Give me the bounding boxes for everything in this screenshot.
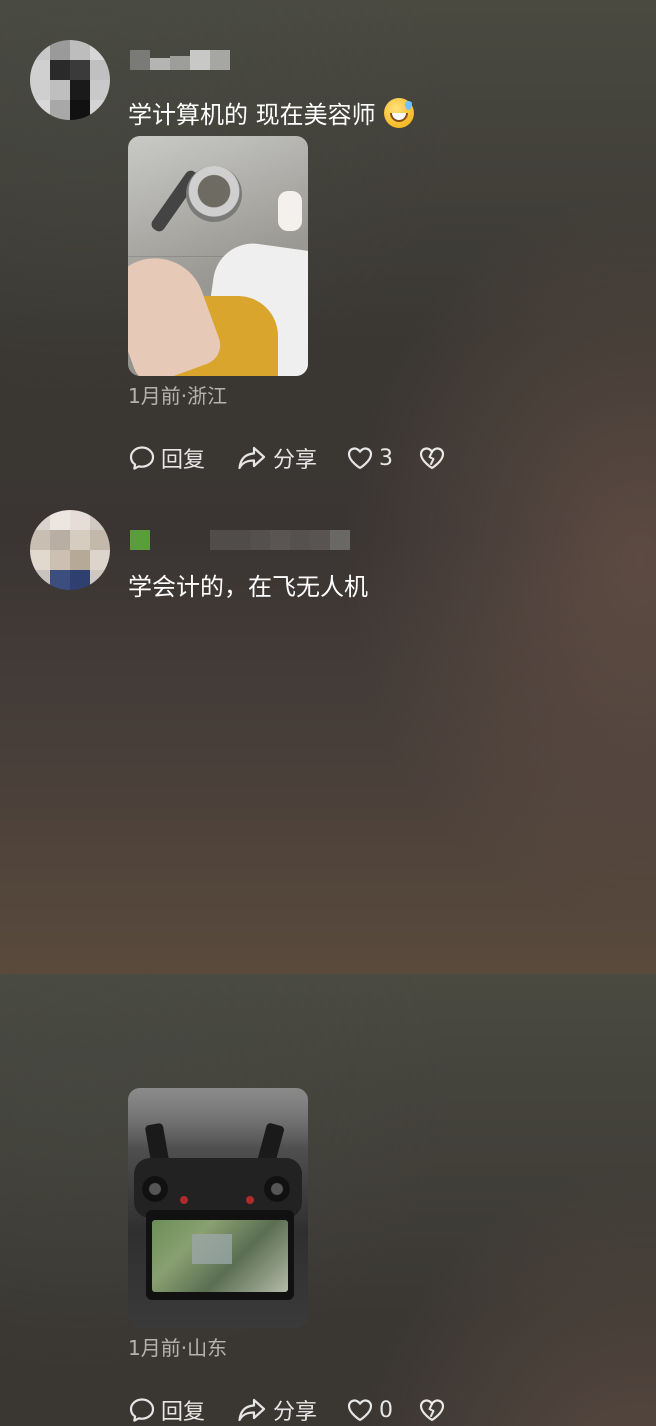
speech-bubble-icon xyxy=(129,1398,155,1422)
dislike-button[interactable] xyxy=(418,1396,446,1424)
comment-text: 学会计的，在飞无人机 xyxy=(128,572,368,602)
like-count: 0 xyxy=(379,1397,393,1423)
reply-label: 回复 xyxy=(161,448,206,473)
avatar[interactable] xyxy=(30,510,110,590)
like-count: 3 xyxy=(379,445,393,471)
share-label: 分享 xyxy=(273,1400,318,1425)
comment-actions: 回复 分享 3 xyxy=(128,443,446,473)
username[interactable] xyxy=(130,50,230,70)
reply-button[interactable]: 回复 xyxy=(128,442,236,474)
broken-heart-icon xyxy=(419,447,445,470)
comment-actions: 回复 分享 0 xyxy=(128,1395,446,1425)
comment-meta: 1月前·浙江 xyxy=(128,384,228,408)
comment-body: 学计算机的 现在美容师 xyxy=(128,101,376,129)
avatar[interactable] xyxy=(30,40,110,120)
grinning-sweat-emoji xyxy=(383,98,414,128)
like-button[interactable]: 3 xyxy=(346,444,418,472)
share-button[interactable]: 分享 xyxy=(236,442,346,474)
broken-heart-icon xyxy=(419,1399,445,1422)
reply-button[interactable]: 回复 xyxy=(128,1394,236,1426)
comment-photo[interactable] xyxy=(128,1088,308,1328)
like-button[interactable]: 0 xyxy=(346,1396,418,1424)
share-button[interactable]: 分享 xyxy=(236,1394,346,1426)
comment-photo[interactable] xyxy=(128,136,308,376)
comment-text: 学计算机的 现在美容师 xyxy=(128,98,414,130)
reply-label: 回复 xyxy=(161,1400,206,1425)
share-arrow-icon xyxy=(238,446,266,470)
comment-meta: 1月前·山东 xyxy=(128,1336,228,1360)
username[interactable] xyxy=(130,530,350,550)
share-arrow-icon xyxy=(238,1398,266,1422)
share-label: 分享 xyxy=(273,448,318,473)
heart-icon xyxy=(347,1399,373,1422)
speech-bubble-icon xyxy=(129,446,155,470)
comment-body: 学会计的，在飞无人机 xyxy=(128,573,368,601)
dislike-button[interactable] xyxy=(418,444,446,472)
heart-icon xyxy=(347,447,373,470)
